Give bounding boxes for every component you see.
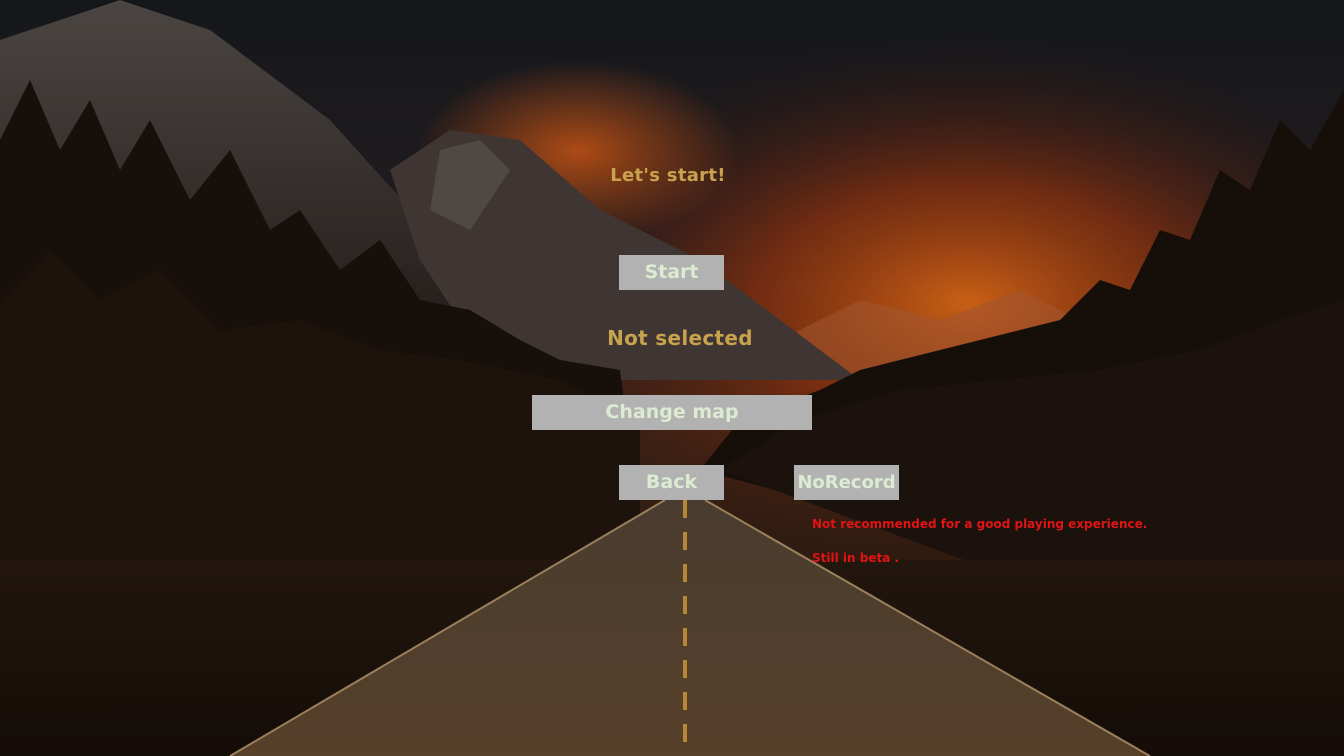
start-button[interactable]: Start — [619, 255, 724, 290]
map-status: Not selected — [607, 326, 753, 350]
warning-text: Not recommended for a good playing exper… — [812, 517, 1148, 531]
back-button[interactable]: Back — [619, 465, 724, 500]
change-map-button[interactable]: Change map — [532, 395, 812, 430]
beta-notice: Still in beta . — [812, 551, 900, 565]
menu-heading: Let's start! — [610, 165, 726, 186]
norecord-button[interactable]: NoRecord — [794, 465, 899, 500]
background-landscape — [0, 0, 1344, 756]
